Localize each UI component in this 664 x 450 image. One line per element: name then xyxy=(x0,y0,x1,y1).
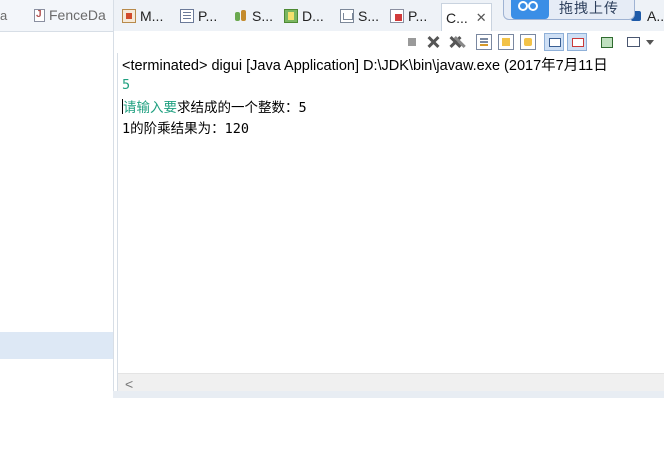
console-input-echo: 5 xyxy=(122,77,131,93)
terminate-icon[interactable] xyxy=(404,34,420,50)
prompt-text: 求结成的一个整数：5 xyxy=(177,100,307,116)
tab-label: S... xyxy=(252,8,274,24)
horizontal-scrollbar[interactable]: < xyxy=(118,373,664,392)
console-prompt-line: 请输入要求结成的一个整数：5 xyxy=(122,96,307,116)
editor-tab-stub[interactable]: a xyxy=(0,8,7,23)
tab-label: P... xyxy=(408,8,428,24)
open-console-icon[interactable] xyxy=(599,34,615,50)
problems-icon xyxy=(390,9,404,23)
baidu-cloud-icon xyxy=(511,0,549,19)
upload-label: 拖拽上传 xyxy=(559,0,619,16)
properties-icon xyxy=(180,9,194,23)
tab-properties[interactable]: P... xyxy=(180,4,217,28)
snippets-icon xyxy=(340,9,354,23)
word-wrap-icon[interactable] xyxy=(498,34,514,50)
remove-launch-icon[interactable] xyxy=(425,34,441,50)
editor-tab-label: FenceDa xyxy=(49,7,106,23)
eclipse-window: a FenceDa M... P... S... D... S... xyxy=(0,0,664,450)
pin-console-icon[interactable] xyxy=(520,34,536,50)
console-output[interactable]: <terminated> digui [Java Application] D:… xyxy=(114,53,664,373)
tab-label: P... xyxy=(198,8,218,24)
show-standard-error-icon[interactable] xyxy=(567,33,587,51)
tab-label: M... xyxy=(140,8,164,24)
tab-problems[interactable]: P... xyxy=(390,4,427,28)
tab-label: C... xyxy=(446,9,468,26)
prompt-highlighted: 请输入要 xyxy=(123,100,177,116)
view-bottom-edge xyxy=(113,391,664,398)
launch-status: <terminated> digui [Java Application] D:… xyxy=(122,58,608,74)
close-icon[interactable]: ✕ xyxy=(476,10,487,26)
console-result-line: 1的阶乘结果为：120 xyxy=(122,121,250,137)
upload-badge[interactable]: 拖拽上传 xyxy=(503,0,635,20)
scroll-left-icon[interactable]: < xyxy=(125,376,133,392)
console-toolbar xyxy=(114,31,664,53)
tab-snippets[interactable]: S... xyxy=(340,4,379,28)
tab-label: A... xyxy=(647,8,664,24)
display-selected-console-icon[interactable] xyxy=(625,34,641,50)
scroll-lock-icon[interactable] xyxy=(476,34,492,50)
java-file-icon xyxy=(34,8,45,22)
editor-tab-bar: a FenceDa xyxy=(0,0,113,32)
selected-line-highlight[interactable] xyxy=(0,332,113,359)
tab-console[interactable]: C... ✕ xyxy=(441,3,664,377)
data-source-icon xyxy=(284,9,298,23)
tab-markers[interactable]: M... xyxy=(122,4,163,28)
editor-tab-fencedata[interactable]: FenceDa xyxy=(34,7,106,23)
chevron-down-icon[interactable] xyxy=(645,34,655,50)
remove-all-terminated-icon[interactable] xyxy=(447,34,463,50)
editor-pane: a FenceDa xyxy=(0,0,114,398)
tab-servers[interactable]: S... xyxy=(234,4,273,28)
tab-label: D... xyxy=(302,8,324,24)
tab-data-source[interactable]: D... xyxy=(284,4,324,28)
markers-icon xyxy=(122,9,136,23)
console-left-border xyxy=(117,53,118,391)
tab-label: S... xyxy=(358,8,380,24)
servers-icon xyxy=(234,9,248,23)
show-standard-out-icon[interactable] xyxy=(544,33,564,51)
